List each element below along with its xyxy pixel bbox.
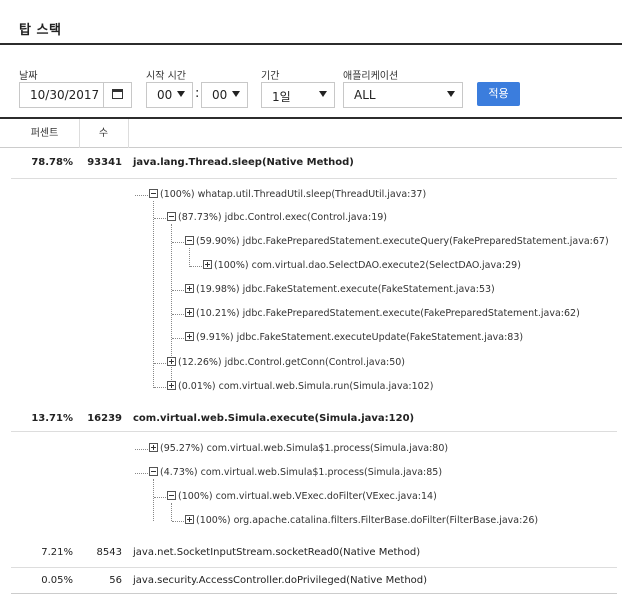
tree-node-label: (4.73%) com.virtual.web.Simula$1.process… — [160, 467, 443, 478]
collapse-icon[interactable] — [149, 189, 158, 198]
minute-select[interactable]: 00 — [201, 82, 248, 108]
date-value: 10/30/2017 — [30, 88, 100, 102]
tree-node[interactable]: (100%) com.virtual.dao.SelectDAO.execute… — [203, 260, 521, 272]
collapse-icon[interactable] — [167, 491, 176, 500]
page-title: 탑 스택 — [19, 23, 62, 38]
table-header: 퍼센트 수 — [0, 117, 622, 148]
percent-cell: 0.05% — [41, 575, 73, 586]
collapse-icon[interactable] — [149, 467, 158, 476]
app-select[interactable]: ALL — [343, 82, 463, 108]
calendar-icon[interactable] — [103, 83, 131, 107]
method-cell: java.lang.Thread.sleep(Native Method) — [133, 157, 354, 168]
expand-icon[interactable] — [185, 308, 194, 317]
time-separator: : — [195, 86, 200, 101]
tree-node-label: (10.21%) jdbc.FakePreparedStatement.exec… — [196, 308, 580, 319]
expand-icon[interactable] — [149, 443, 158, 452]
date-field[interactable]: 10/30/2017 — [19, 82, 132, 108]
tree-node[interactable]: (19.98%) jdbc.FakeStatement.execute(Fake… — [185, 284, 495, 296]
method-cell: java.security.AccessController.doPrivile… — [133, 575, 428, 586]
count-cell: 56 — [109, 575, 122, 586]
chevron-down-icon — [447, 91, 455, 97]
apply-button[interactable]: 적용 — [477, 82, 520, 106]
collapse-icon[interactable] — [185, 236, 194, 245]
tree-node[interactable]: (9.91%) jdbc.FakeStatement.executeUpdate… — [185, 332, 523, 344]
page-header: 탑 스택 — [0, 0, 622, 45]
tree-node[interactable]: (4.73%) com.virtual.web.Simula$1.process… — [149, 467, 442, 479]
tree-node-label: (19.98%) jdbc.FakeStatement.execute(Fake… — [196, 284, 495, 295]
table-row[interactable]: 13.71% 16239 com.virtual.web.Simula.exec… — [0, 404, 622, 434]
column-header-percent[interactable]: 퍼센트 — [11, 119, 78, 148]
filter-bar: 날짜 10/30/2017 시작 시간 00 : 00 기간 1일 애플리케이션… — [0, 46, 622, 118]
tree-node-label: (95.27%) com.virtual.web.Simula$1.proces… — [160, 443, 449, 454]
period-select[interactable]: 1일 — [261, 82, 335, 108]
minute-value: 00 — [212, 88, 228, 102]
percent-cell: 7.21% — [41, 547, 73, 558]
tree-node[interactable]: (12.26%) jdbc.Control.getConn(Control.ja… — [167, 357, 405, 369]
table-row[interactable]: 7.21% 8543 java.net.SocketInputStream.so… — [0, 538, 622, 568]
period-label: 기간 — [261, 71, 280, 82]
start-time-label: 시작 시간 — [146, 71, 186, 82]
expand-icon[interactable] — [167, 381, 176, 390]
table-row[interactable]: 78.78% 93341 java.lang.Thread.sleep(Nati… — [0, 148, 622, 178]
percent-cell: 13.71% — [31, 413, 73, 424]
count-cell: 8543 — [96, 547, 122, 558]
method-cell: java.net.SocketInputStream.socketRead0(N… — [133, 547, 421, 558]
chevron-down-icon — [232, 91, 240, 97]
chevron-down-icon — [177, 91, 185, 97]
tree-node-label: (59.90%) jdbc.FakePreparedStatement.exec… — [196, 236, 609, 247]
collapse-icon[interactable] — [167, 212, 176, 221]
expand-icon[interactable] — [185, 284, 194, 293]
tree-node[interactable]: (100%) whatap.util.ThreadUtil.sleep(Thre… — [149, 189, 426, 201]
tree-node[interactable]: (10.21%) jdbc.FakePreparedStatement.exec… — [185, 308, 580, 320]
tree-node-label: (87.73%) jdbc.Control.exec(Control.java:… — [178, 212, 387, 223]
tree-node[interactable]: (87.73%) jdbc.Control.exec(Control.java:… — [167, 212, 387, 224]
method-cell: com.virtual.web.Simula.execute(Simula.ja… — [133, 413, 415, 424]
chevron-down-icon — [319, 91, 327, 97]
app-value: ALL — [354, 88, 376, 102]
count-cell: 16239 — [87, 413, 122, 424]
column-header-count[interactable]: 수 — [80, 119, 127, 148]
tree-node-label: (100%) com.virtual.dao.SelectDAO.execute… — [214, 260, 521, 271]
expand-icon[interactable] — [167, 357, 176, 366]
tree-node[interactable]: (100%) org.apache.catalina.filters.Filte… — [185, 515, 538, 527]
app-label: 애플리케이션 — [343, 71, 399, 82]
period-value: 1일 — [272, 90, 291, 104]
tree-node-label: (12.26%) jdbc.Control.getConn(Control.ja… — [178, 357, 406, 368]
tree-node-label: (9.91%) jdbc.FakeStatement.executeUpdate… — [196, 332, 524, 343]
tree-node[interactable]: (95.27%) com.virtual.web.Simula$1.proces… — [149, 443, 448, 455]
tree-node-label: (100%) whatap.util.ThreadUtil.sleep(Thre… — [160, 189, 427, 200]
expand-icon[interactable] — [185, 515, 194, 524]
hour-select[interactable]: 00 — [146, 82, 193, 108]
date-label: 날짜 — [19, 71, 38, 82]
expand-icon[interactable] — [185, 332, 194, 341]
tree-node[interactable]: (100%) com.virtual.web.VExec.doFilter(VE… — [167, 491, 437, 503]
count-cell: 93341 — [87, 157, 122, 168]
percent-cell: 78.78% — [31, 157, 73, 168]
expand-icon[interactable] — [203, 260, 212, 269]
tree-node[interactable]: (59.90%) jdbc.FakePreparedStatement.exec… — [185, 236, 609, 248]
tree-node[interactable]: (0.01%) com.virtual.web.Simula.run(Simul… — [167, 381, 433, 393]
tree-node-label: (100%) org.apache.catalina.filters.Filte… — [196, 515, 539, 526]
tree-node-label: (0.01%) com.virtual.web.Simula.run(Simul… — [178, 381, 434, 392]
table-row[interactable]: 0.05% 56 java.security.AccessController.… — [0, 566, 622, 595]
tree-node-label: (100%) com.virtual.web.VExec.doFilter(VE… — [178, 491, 437, 502]
hour-value: 00 — [157, 88, 173, 102]
